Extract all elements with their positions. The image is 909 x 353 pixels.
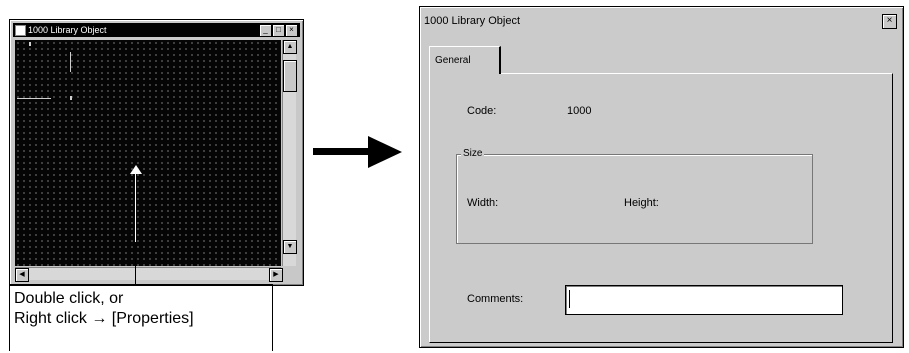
right-arrow-head [368,136,402,168]
code-value: 1000 [567,105,592,117]
selection-handle[interactable] [70,52,71,72]
callout-line-2: Right click → [Properties] [14,310,194,327]
pointer-arrow-line [135,172,136,242]
maximize-icon[interactable]: □ [272,24,285,37]
selection-handle[interactable] [17,98,51,99]
close-icon[interactable]: × [285,24,298,37]
scroll-up-icon[interactable]: ▲ [283,40,297,54]
object-canvas[interactable] [15,40,281,266]
window-titlebar[interactable]: 1000 Library Object _ □ × [13,23,300,37]
selection-handle[interactable] [29,42,31,46]
height-label: Height: [624,197,659,209]
selection-handle[interactable] [70,96,72,100]
text-caret [569,290,570,308]
comments-label: Comments: [467,293,524,305]
code-label: Code: [467,105,497,117]
comments-input[interactable] [565,285,843,315]
properties-dialog: 1000 Library Object × General Code: 1000… [419,6,904,348]
tab-general[interactable]: General [429,46,501,74]
window-system-icon[interactable] [15,25,26,36]
library-object-window: 1000 Library Object _ □ × ▲ ▼ ◀ ▶ [9,19,304,286]
minimize-icon[interactable]: _ [259,24,272,37]
instruction-callout: Double click, or Right click → [Properti… [9,284,273,351]
vertical-scrollbar[interactable]: ▲ ▼ [282,40,297,266]
size-groupbox: Size Width: Height: [456,148,813,244]
scroll-down-icon[interactable]: ▼ [283,240,297,254]
up-arrow-icon [130,165,142,174]
right-arrow-icon [313,148,371,155]
horizontal-scrollbar[interactable]: ◀ ▶ [15,267,283,282]
callout-leader-line [135,259,136,285]
window-title: 1000 Library Object [28,25,107,35]
scroll-thumb[interactable] [283,60,297,92]
width-label: Width: [467,197,499,209]
scroll-right-icon[interactable]: ▶ [269,268,283,282]
callout-line-1: Double click, or [14,290,124,307]
dialog-title: 1000 Library Object [424,15,520,27]
size-group-title: Size [461,148,485,159]
scroll-left-icon[interactable]: ◀ [15,268,29,282]
close-icon[interactable]: × [882,14,897,29]
